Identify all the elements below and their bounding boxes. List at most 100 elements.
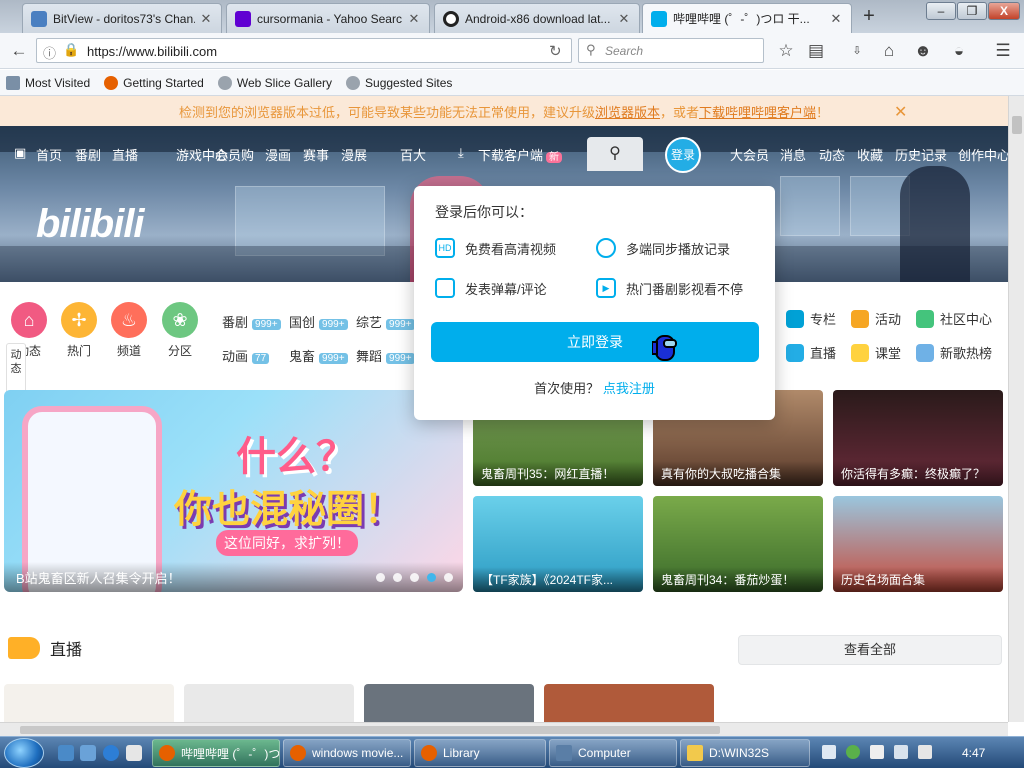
minimize-button[interactable]: – — [926, 2, 956, 20]
info-icon[interactable]: ⓘ — [43, 43, 56, 62]
nav-esports[interactable]: 赛事 — [303, 145, 329, 164]
nav-live[interactable]: 直播 — [112, 145, 138, 164]
bookmark-star-icon[interactable]: ☆ — [773, 38, 799, 64]
url-text[interactable]: https://www.bilibili.com — [87, 44, 217, 59]
tab-yahoo[interactable]: cursormania - Yahoo Searc... ✕ — [226, 3, 430, 33]
nav-favorites[interactable]: 收藏 — [857, 145, 883, 164]
close-window-button[interactable]: X — [988, 2, 1020, 20]
nav-messages[interactable]: 消息 — [780, 145, 806, 164]
carousel-dot[interactable] — [376, 573, 385, 582]
vertical-scrollbar[interactable] — [1008, 96, 1024, 722]
start-button[interactable] — [4, 738, 44, 768]
category-animation[interactable]: 动画 77 — [222, 346, 270, 365]
side-link-column[interactable]: 专栏 — [786, 309, 836, 328]
scrollbar-thumb[interactable] — [1012, 116, 1022, 134]
login-button[interactable]: 立即登录 — [431, 322, 759, 362]
hero-carousel[interactable]: 什么？ 你也混秘圈！ 这位同好，求扩列！ B站鬼畜区新人召集令开启！ — [4, 390, 463, 592]
channel-channels[interactable]: ♨ 频道 — [109, 302, 149, 359]
category-dance[interactable]: 舞蹈 999+ — [356, 346, 415, 365]
video-card[interactable]: 你活得有多癫：终极癫了？ — [833, 390, 1003, 486]
close-tab-icon[interactable]: ✕ — [199, 11, 213, 27]
close-tab-icon[interactable]: ✕ — [407, 11, 421, 27]
carousel-dot[interactable] — [444, 573, 453, 582]
bookmark-getting-started[interactable]: Getting Started — [104, 75, 204, 90]
live-thumbnail[interactable] — [544, 684, 714, 722]
bookmark-most-visited[interactable]: Most Visited — [6, 75, 90, 90]
nav-manga[interactable]: 漫画 — [265, 145, 291, 164]
register-link[interactable]: 点我注册 — [603, 381, 655, 396]
close-tab-icon[interactable]: ✕ — [617, 11, 631, 27]
new-tab-button[interactable]: + — [858, 6, 880, 28]
tab-bitview[interactable]: BitView - doritos73's Chan... ✕ — [22, 3, 222, 33]
live-thumbnail[interactable] — [184, 684, 354, 722]
switch-windows-icon[interactable] — [80, 745, 96, 761]
taskbar-clock[interactable]: 4:47 — [962, 746, 985, 760]
restore-button[interactable]: ❐ — [957, 2, 987, 20]
nav-expo[interactable]: 漫展 — [341, 145, 367, 164]
close-icon[interactable]: ✕ — [894, 102, 907, 122]
side-link-community[interactable]: 社区中心 — [916, 309, 992, 328]
side-link-music-chart[interactable]: 新歌热榜 — [916, 343, 992, 362]
reload-icon[interactable]: ↻ — [549, 42, 562, 60]
side-link-activity[interactable]: 活动 — [851, 309, 901, 328]
download-client-link[interactable]: 下载哔哩哔哩客户端 — [699, 102, 816, 121]
taskbar-firefox-bilibili[interactable]: 哔哩哔哩 (゜-゜)つロ ... — [152, 739, 280, 767]
downloads-icon[interactable]: ⇩ — [844, 38, 870, 64]
carousel-dot[interactable] — [410, 573, 419, 582]
header-search-button[interactable]: ⚲ — [587, 137, 643, 171]
more-arrow-icon[interactable] — [126, 745, 142, 761]
back-button[interactable]: ← — [6, 38, 32, 64]
tray-document-icon[interactable] — [822, 745, 836, 759]
carousel-dot[interactable] — [393, 573, 402, 582]
taskbar-firefox-movie[interactable]: windows movie... — [283, 739, 411, 767]
internet-explorer-icon[interactable] — [103, 745, 119, 761]
tray-network-icon[interactable] — [894, 745, 908, 759]
search-bar[interactable]: ⚲ Search — [578, 38, 764, 63]
tab-bilibili[interactable]: 哔哩哔哩 (゜-゜)つロ 干... ✕ — [642, 3, 852, 33]
bilibili-logo[interactable]: bilibili — [36, 202, 145, 247]
category-kichiku[interactable]: 鬼畜 999+ — [289, 346, 348, 365]
taskbar-library[interactable]: Library — [414, 739, 546, 767]
bookmark-web-slice-gallery[interactable]: Web Slice Gallery — [217, 75, 332, 90]
channel-popular[interactable]: ✢ 热门 — [59, 302, 99, 359]
menu-icon[interactable]: ☰ — [990, 38, 1016, 64]
upgrade-browser-link[interactable]: 浏览器版本 — [595, 102, 660, 121]
category-guochuang[interactable]: 国创 999+ — [289, 312, 348, 331]
login-avatar[interactable]: 登录 — [665, 137, 701, 173]
video-card[interactable]: 【TF家族】《2024TF家... — [473, 496, 643, 592]
category-bangumi[interactable]: 番剧 999+ — [222, 312, 281, 331]
tray-flag-icon[interactable] — [870, 745, 884, 759]
nav-home[interactable]: 首页 — [36, 145, 62, 164]
home-icon[interactable]: ⌂ — [876, 38, 902, 64]
side-link-classroom[interactable]: 课堂 — [851, 343, 901, 362]
live-thumbnail[interactable] — [4, 684, 174, 722]
pocket-icon[interactable]: ◒ — [946, 38, 972, 64]
nav-mall[interactable]: 会员购 — [215, 145, 254, 164]
channel-zones[interactable]: ❀ 分区 — [160, 302, 200, 359]
bookmark-suggested-sites[interactable]: Suggested Sites — [346, 75, 452, 90]
category-variety[interactable]: 综艺 999+ — [356, 312, 415, 331]
tray-security-icon[interactable] — [846, 745, 860, 759]
nav-history[interactable]: 历史记录 — [895, 145, 947, 164]
nav-top100[interactable]: 百大 — [400, 145, 426, 164]
show-desktop-icon[interactable] — [58, 745, 74, 761]
tray-volume-icon[interactable] — [918, 745, 932, 759]
nav-vip[interactable]: 大会员 — [730, 145, 769, 164]
tab-android-x86[interactable]: Android-x86 download lat... ✕ — [434, 3, 640, 33]
video-card[interactable]: 历史名场面合集 — [833, 496, 1003, 592]
nav-download-client[interactable]: 下载客户端新 — [478, 145, 563, 164]
scrollbar-thumb[interactable] — [20, 726, 720, 734]
side-link-live[interactable]: 直播 — [786, 343, 836, 362]
horizontal-scrollbar[interactable] — [0, 722, 1008, 736]
taskbar-win32s-folder[interactable]: D:\WIN32S — [680, 739, 810, 767]
reading-list-icon[interactable]: ▤ — [803, 38, 829, 64]
video-card[interactable]: 鬼畜周刊34：番茄炒蛋！ — [653, 496, 823, 592]
nav-anime[interactable]: 番剧 — [75, 145, 101, 164]
nav-creator-center[interactable]: 创作中心 — [958, 145, 1008, 164]
close-tab-icon[interactable]: ✕ — [829, 11, 843, 27]
view-all-button[interactable]: 查看全部 — [738, 635, 1002, 665]
taskbar-computer[interactable]: Computer — [549, 739, 677, 767]
carousel-dot-active[interactable] — [427, 573, 436, 582]
nav-dynamics[interactable]: 动态 — [819, 145, 845, 164]
chat-icon[interactable]: ☻ — [910, 38, 936, 64]
